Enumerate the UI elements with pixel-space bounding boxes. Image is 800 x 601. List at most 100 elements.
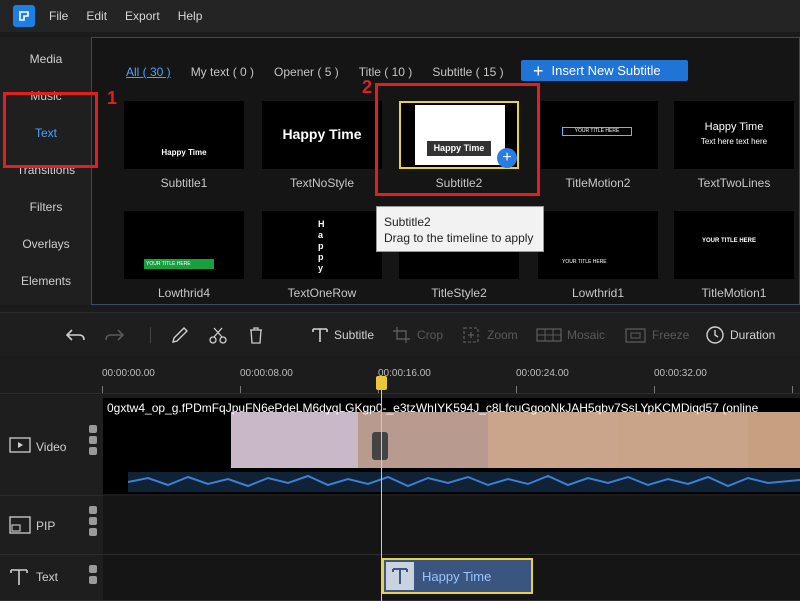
menu-bar: File Edit Export Help <box>0 0 800 32</box>
menu-file[interactable]: File <box>49 9 68 23</box>
template-label: TitleMotion1 <box>701 286 767 300</box>
eye-icon[interactable] <box>89 447 97 455</box>
edit-pencil-icon[interactable] <box>170 326 195 344</box>
mosaic-tool-button[interactable]: Mosaic <box>536 326 605 344</box>
template-label: TextNoStyle <box>289 176 355 190</box>
pip-track-area[interactable] <box>103 496 800 555</box>
text-track-header: Text <box>0 555 103 601</box>
crop-tool-button[interactable]: Crop <box>392 326 443 344</box>
video-frame-thumbnail <box>231 412 358 468</box>
eye-icon[interactable] <box>89 576 97 584</box>
template-label: Lowthrid1 <box>571 286 625 300</box>
text-clip-label: Happy Time <box>422 568 492 584</box>
ruler-tick <box>792 386 793 393</box>
template-thumb-lowthrid1[interactable]: YOUR TITLE HERE <box>538 211 658 279</box>
annotation-number-1: 1 <box>107 88 118 108</box>
video-track-controls <box>89 425 97 455</box>
scissors-icon[interactable] <box>208 326 233 344</box>
pip-track-icon <box>9 516 31 534</box>
pip-track-controls <box>89 506 97 536</box>
menu-export[interactable]: Export <box>125 9 160 23</box>
lock-icon[interactable] <box>89 436 97 444</box>
template-label: TitleMotion2 <box>565 176 631 190</box>
template-thumb-textnostyle[interactable]: Happy Time <box>262 101 382 169</box>
tab-all[interactable]: All ( 30 ) <box>126 65 171 79</box>
thumb-preview-text: Happy <box>318 219 325 273</box>
template-thumb-titlemotion1[interactable]: YOUR TITLE HERE <box>674 211 794 279</box>
freeze-tool-button[interactable]: Freeze <box>625 326 689 344</box>
menu-edit[interactable]: Edit <box>86 9 107 23</box>
thumb-preview-text: Happy Time <box>161 148 207 157</box>
template-thumb-titlemotion2[interactable]: YOUR TITLE HERE <box>538 101 658 169</box>
template-label: Lowthrid4 <box>157 286 211 300</box>
playhead-line <box>381 378 382 601</box>
app-logo-icon[interactable] <box>13 5 35 27</box>
pip-track-header: PIP <box>0 496 103 555</box>
plus-icon: + <box>533 60 544 81</box>
video-frame-thumbnail <box>748 412 800 468</box>
template-label: TitleStyle2 <box>431 286 487 300</box>
tab-my-text[interactable]: My text ( 0 ) <box>191 65 254 79</box>
toolbar-divider <box>150 327 151 343</box>
speaker-icon[interactable] <box>89 425 97 433</box>
subtitle-tool-button[interactable]: Subtitle <box>311 326 374 344</box>
sidebar: Media Music Text Transitions Filters Ove… <box>0 37 92 305</box>
playhead-handle[interactable] <box>376 376 387 390</box>
text-clip-t-icon <box>386 562 414 590</box>
duration-tool-label: Duration <box>730 328 776 342</box>
sidebar-item-filters[interactable]: Filters <box>0 200 92 214</box>
video-track-icon <box>9 437 31 453</box>
lock-icon[interactable] <box>89 517 97 525</box>
split-scissors-icon[interactable] <box>372 432 388 460</box>
tooltip-hint: Drag to the timeline to apply <box>384 231 534 245</box>
video-clip[interactable]: 0gxtw4_op_g.fPDmFqJpuFN6ePdeLM6dyqLGKgp0… <box>103 398 800 494</box>
timeline-ruler[interactable]: 00:00:00.00 00:00:08.00 00:00:16.00 00:0… <box>0 358 800 394</box>
crop-tool-label: Crop <box>417 328 444 342</box>
template-label: Subtitle1 <box>160 176 208 190</box>
thumb-preview-text-2: Text here text here <box>700 137 768 146</box>
tab-subtitle[interactable]: Subtitle ( 15 ) <box>432 65 503 79</box>
pip-track-label: PIP <box>36 519 56 533</box>
insert-new-subtitle-button[interactable]: + Insert New Subtitle <box>521 60 688 81</box>
undo-icon[interactable] <box>64 326 91 344</box>
speaker-icon[interactable] <box>89 506 97 514</box>
audio-waveform <box>127 472 800 492</box>
text-clip[interactable]: Happy Time <box>382 558 533 594</box>
redo-icon[interactable] <box>104 326 131 344</box>
template-thumb-texttwolines[interactable]: Happy Time Text here text here <box>674 101 794 169</box>
thumb-preview-text: YOUR TITLE HERE <box>574 128 620 134</box>
ruler-label: 00:00:08.00 <box>240 368 293 379</box>
template-thumb-lowthrid4[interactable]: YOUR TITLE HERE <box>124 211 244 279</box>
zoom-icon <box>463 327 479 343</box>
annotation-box-1 <box>3 92 98 168</box>
sidebar-item-overlays[interactable]: Overlays <box>0 237 92 251</box>
annotation-box-2 <box>375 83 540 196</box>
template-thumb-subtitle1[interactable]: Happy Time <box>124 101 244 169</box>
insert-button-label: Insert New Subtitle <box>551 63 661 78</box>
zoom-tool-label: Zoom <box>487 328 518 342</box>
duration-tool-button[interactable]: Duration <box>705 326 775 344</box>
sidebar-item-media[interactable]: Media <box>0 52 92 66</box>
mosaic-tool-label: Mosaic <box>567 328 606 342</box>
zoom-tool-button[interactable]: Zoom <box>462 326 518 344</box>
video-frame-thumbnail <box>488 412 618 468</box>
delete-trash-icon[interactable] <box>246 326 271 344</box>
ruler-tick <box>240 386 241 393</box>
edit-toolbar: Subtitle Crop Zoom Mosaic Freeze Duratio… <box>0 312 800 356</box>
template-thumb-textonerow[interactable]: Happy <box>262 211 382 279</box>
ruler-tick <box>516 386 517 393</box>
menu-help[interactable]: Help <box>178 9 203 23</box>
thumb-preview-text: Happy Time <box>282 126 362 142</box>
thumb-preview-text: Happy Time <box>704 121 764 133</box>
ruler-tick <box>102 386 103 393</box>
mosaic-icon <box>536 328 562 342</box>
template-label: TextTwoLines <box>697 176 771 190</box>
template-tooltip: Subtitle2 Drag to the timeline to apply <box>376 206 544 252</box>
lock-icon[interactable] <box>89 565 97 573</box>
freeze-tool-label: Freeze <box>652 328 690 342</box>
subtitle-tool-label: Subtitle <box>334 328 375 342</box>
eye-icon[interactable] <box>89 528 97 536</box>
tab-opener[interactable]: Opener ( 5 ) <box>274 65 339 79</box>
sidebar-item-elements[interactable]: Elements <box>0 274 92 288</box>
ruler-label: 00:00:32.00 <box>654 368 707 379</box>
